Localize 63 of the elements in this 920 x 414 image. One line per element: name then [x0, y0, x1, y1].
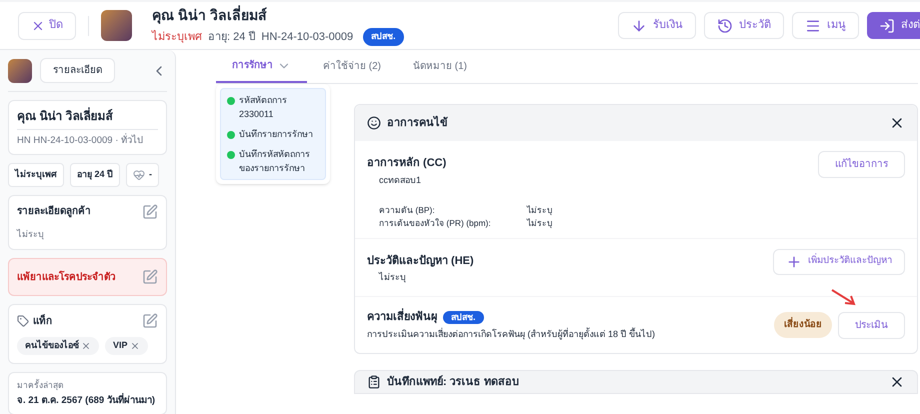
section-title: ประวัติและปัญหา (HE): [367, 254, 474, 269]
patient-name: คุณ นิน่า วิลเลี่ยมส์: [152, 5, 268, 26]
history-icon: [717, 18, 733, 34]
assess-button[interactable]: ประเมิน: [838, 312, 905, 338]
panel-title: อาการคนไข้: [387, 114, 448, 131]
download-icon: [631, 18, 647, 34]
add-history-button[interactable]: เพิ่มประวัติและปัญหา: [773, 248, 905, 274]
hn-text: HN-24-10-03-0009: [261, 30, 354, 45]
edit-symptoms-button[interactable]: แก้ไขอาการ: [818, 151, 905, 178]
tag-icon: [17, 315, 29, 328]
card-title: แท็ก: [33, 314, 52, 329]
vital-value: ไม่ระบุ: [527, 204, 552, 216]
menu-icon: [805, 18, 821, 34]
edit-icon[interactable]: [142, 313, 158, 330]
risk-level-badge: เสี่ยงน้อย: [774, 312, 832, 338]
avatar-placeholder: [8, 58, 32, 82]
history-button[interactable]: ประวัติ: [704, 12, 784, 39]
tab[interactable]: ค่าใช้จ่าย (2): [307, 50, 397, 83]
vital-label: ความดัน (BP):: [379, 204, 436, 216]
panel-title: บันทึกแพทย์: วรเนธ ทดสอบ: [387, 374, 519, 390]
smile-icon: [367, 116, 381, 130]
remove-icon[interactable]: [81, 341, 91, 351]
receive-button[interactable]: รับเงิน: [618, 12, 696, 39]
edit-icon[interactable]: [142, 204, 158, 220]
last-visit-date: จ. 21 ต.ค. 2567 (689 วันที่ผ่านมา): [17, 394, 156, 408]
section-title: ความเสี่ยงฟันผุ: [367, 309, 437, 326]
edit-icon[interactable]: [142, 269, 158, 286]
clipboard-icon: [367, 375, 381, 389]
history-text: ไม่ระบุ: [378, 270, 407, 284]
age-text: อายุ: 24 ปี: [208, 30, 256, 45]
section-title: อาการหลัก (CC): [367, 156, 446, 171]
card-value: ไม่ระบุ: [17, 228, 45, 242]
details-button[interactable]: รายละเอียด: [40, 58, 115, 83]
card-title: แพ้ยาและโรคประจำตัว: [17, 270, 116, 285]
tag-chip[interactable]: คนไข้ของไอซ์: [17, 337, 99, 355]
last-visit-label: มาครั้งล่าสุด: [17, 378, 65, 392]
enter-icon: [879, 18, 895, 34]
info-chip: ไม่ระบุเพศ: [8, 163, 64, 187]
card-title: รายละเอียดลูกค้า: [17, 204, 91, 220]
patient-name: คุณ นิน่า วิลเลี่ยมส์: [17, 107, 158, 130]
hn-text: HN HN-24-10-03-0009 · ทั่วไป: [17, 134, 144, 148]
nhso-badge: สปสช.: [363, 28, 404, 46]
menu-button[interactable]: เมนู: [792, 12, 859, 39]
send-button[interactable]: ส่งต่: [867, 12, 920, 39]
heart-icon: [133, 169, 146, 181]
timeline-item: รหัสหัตถการ 2330011: [239, 94, 288, 121]
info-chip: อายุ 24 ปี: [70, 163, 120, 187]
plus-icon: [786, 254, 802, 270]
tag-chip[interactable]: VIP: [105, 337, 148, 355]
vital-label: การเต้นของหัวใจ (PR) (bpm):: [379, 216, 492, 230]
timeline-item: บันทึกรายการรักษา: [239, 128, 313, 141]
avatar-placeholder: [101, 10, 132, 41]
timeline-item: บันทึกรหัสหัตถการของรายการรักษา: [239, 148, 311, 175]
remove-icon[interactable]: [130, 341, 140, 351]
gender-text: ไม่ระบุเพศ: [152, 29, 202, 45]
nhso-badge: สปสช.: [443, 310, 484, 324]
tab[interactable]: นัดหมาย (1): [397, 50, 483, 83]
arrow-icon: [831, 289, 857, 307]
risk-description: การประเมินความเสี่ยงต่อการเกิดโรคฟันผุ (สำหรับผู้ที่อายุตั้งแต่ 18 ปี ขึ้นไป): [367, 328, 656, 341]
complaint-text: ccทดสอบ1: [378, 174, 422, 187]
vital-value: ไม่ระบุ: [527, 216, 552, 230]
health-chip: -: [126, 163, 160, 187]
close-button[interactable]: ปิด: [18, 12, 76, 40]
